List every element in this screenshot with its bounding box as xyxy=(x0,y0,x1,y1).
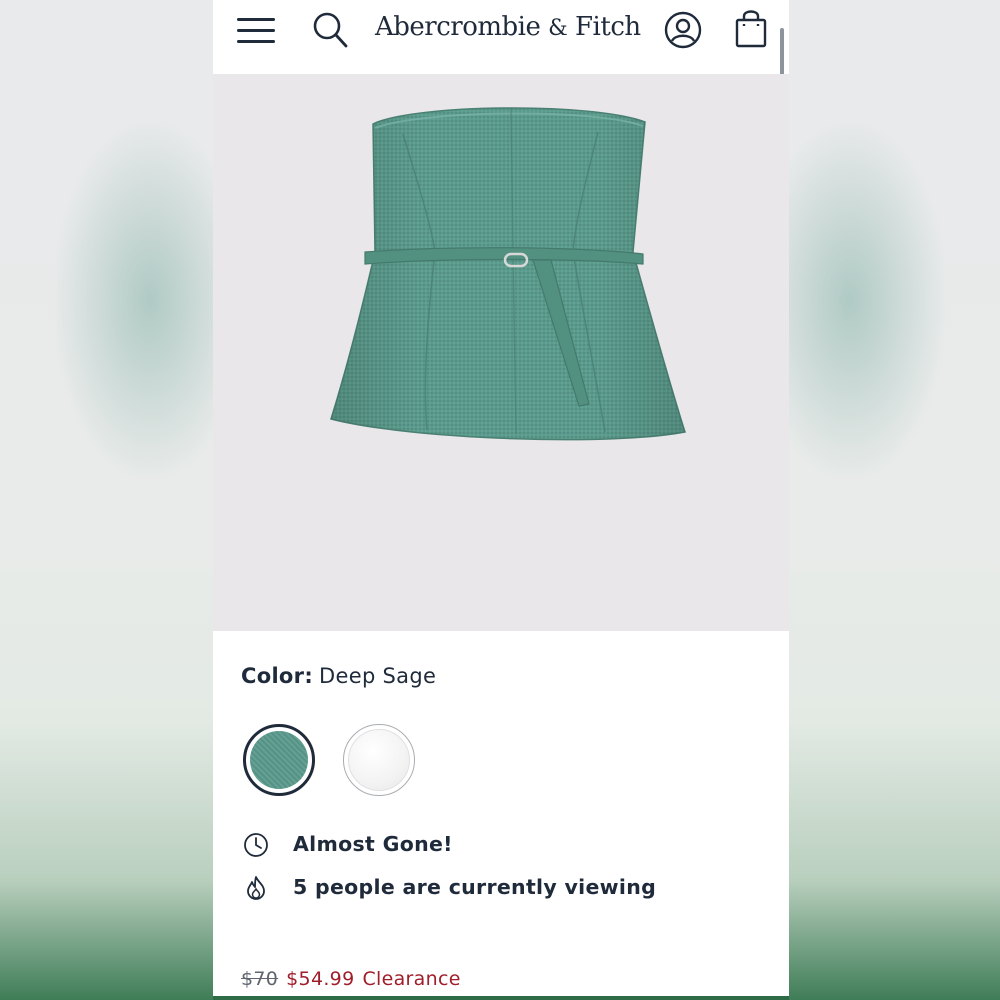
swatch-white[interactable] xyxy=(343,724,415,796)
brand-ampersand: & xyxy=(548,16,568,41)
swatch-deep-sage[interactable] xyxy=(243,724,315,796)
clearance-badge: Clearance xyxy=(362,968,461,990)
garment-strapless-top xyxy=(330,107,686,441)
brand-name-tail: Fitch xyxy=(575,12,641,42)
color-label: Color: xyxy=(241,664,314,688)
product-image[interactable] xyxy=(213,74,789,631)
clock-icon xyxy=(244,833,268,857)
brand-name: Abercrombie xyxy=(375,12,541,42)
stock-status-text: Almost Gone! xyxy=(293,832,453,856)
color-value: Deep Sage xyxy=(319,664,437,688)
original-price: $70 xyxy=(241,968,279,990)
search-icon[interactable] xyxy=(311,10,351,50)
site-header: Abercrombie & Fitch xyxy=(213,0,789,74)
price-row: $70 $54.99 Clearance xyxy=(241,968,461,990)
bottom-bar-edge xyxy=(213,996,789,1000)
viewing-status-text: 5 people are currently viewing xyxy=(293,875,657,899)
brand-logo[interactable]: Abercrombie & Fitch xyxy=(375,12,641,42)
account-icon[interactable] xyxy=(663,10,703,50)
color-selection-label: Color: Deep Sage xyxy=(241,664,436,688)
shopping-bag-icon[interactable] xyxy=(731,8,771,50)
mobile-page: Abercrombie & Fitch Color: Deep Sage Alm… xyxy=(213,0,789,1000)
flame-icon xyxy=(247,876,265,900)
sale-price: $54.99 xyxy=(286,968,355,990)
menu-icon[interactable] xyxy=(237,14,277,46)
